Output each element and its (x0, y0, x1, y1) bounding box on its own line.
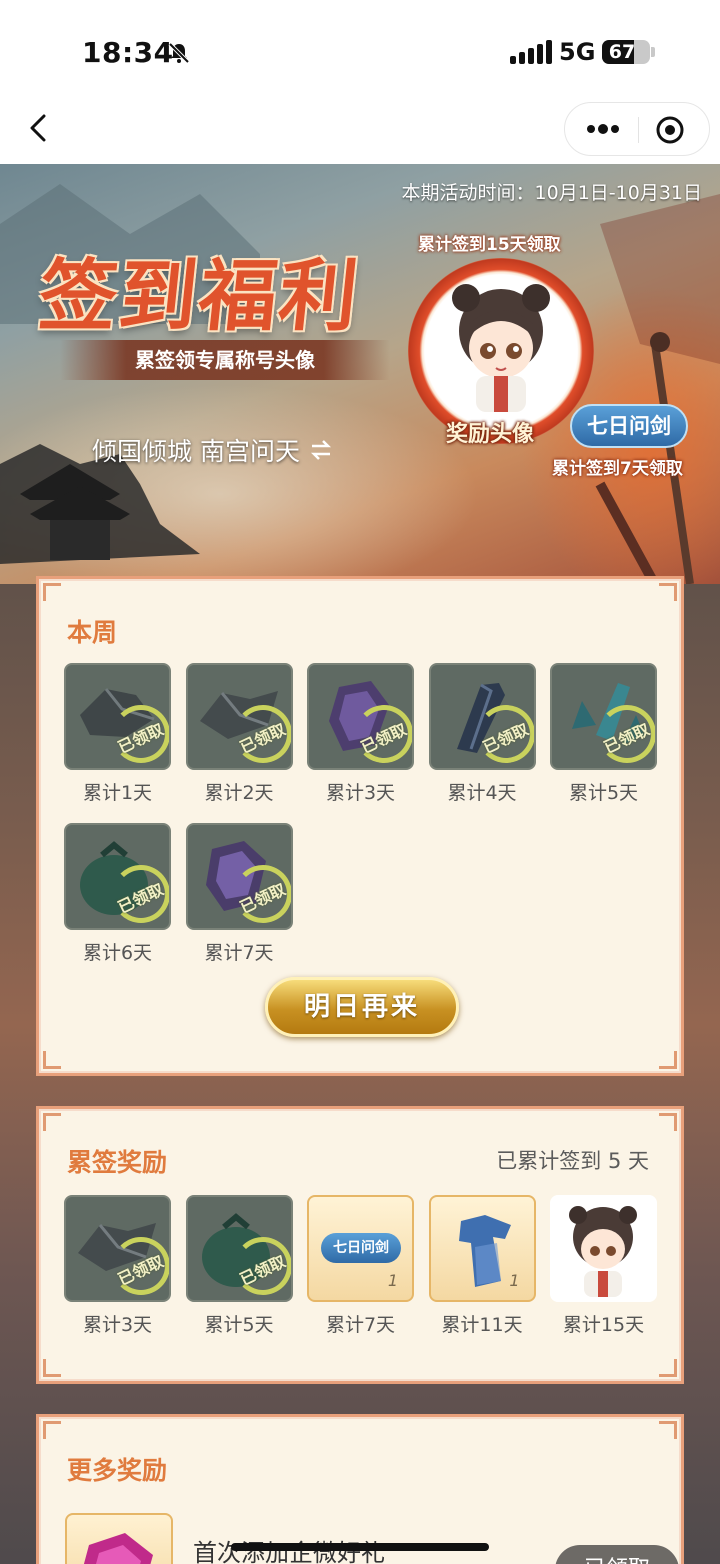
card-corner (43, 1421, 61, 1439)
reward-thumbnail (65, 1513, 173, 1564)
battery-tip (651, 47, 655, 57)
week-item-day-6[interactable]: 已领取 累计6天 (64, 823, 171, 965)
gem-icon (83, 1533, 153, 1564)
user-info[interactable]: 倾国倾城 南宫问天 (92, 432, 332, 468)
reward-tile: 已领取 (64, 823, 171, 930)
bell-off-icon (168, 42, 190, 64)
reward-tile: 已领取 (64, 663, 171, 770)
chibi-avatar-illustration (452, 284, 550, 412)
reward-tile: 已领取 (307, 663, 414, 770)
week-item-day-5[interactable]: 已领取 累计5天 (550, 663, 657, 805)
item-label: 累计6天 (82, 942, 153, 964)
reward-tile (550, 1195, 657, 1302)
capsule-divider (638, 117, 639, 143)
cumulative-item-3[interactable]: 已领取 累计3天 (64, 1195, 171, 1337)
card-corner (659, 1051, 677, 1069)
item-label: 累计4天 (447, 782, 517, 804)
status-time: 18:34 (82, 36, 174, 69)
home-indicator (231, 1543, 489, 1551)
reward-tile: 已领取 (185, 823, 293, 930)
cumulative-item-11[interactable]: 1 累计11天 (428, 1195, 536, 1337)
cumulative-items: 已领取 累计3天 已领取 累计5天 七日问剑 1 累计7天 1 累计11天 累计… (64, 1195, 657, 1337)
back-icon[interactable] (20, 108, 60, 148)
card-corner (659, 583, 677, 601)
come-back-tomorrow-button[interactable]: 明日再来 (265, 977, 459, 1037)
week-item-day-4[interactable]: 已领取 累计4天 (428, 663, 536, 805)
card-corner (659, 1113, 677, 1131)
target-icon[interactable] (656, 116, 684, 144)
reward-tile: 1 (428, 1195, 536, 1302)
swap-icon[interactable] (310, 440, 332, 460)
cumulative-item-5[interactable]: 已领取 累计5天 (185, 1195, 293, 1337)
item-label: 累计3天 (82, 1314, 153, 1336)
item-label: 累计5天 (568, 782, 639, 804)
card-corner (43, 1359, 61, 1377)
nav-bar (0, 96, 720, 164)
reward-tile: 七日问剑 1 (307, 1195, 414, 1302)
item-label: 累计11天 (441, 1314, 523, 1336)
avatar-requirement: 累计签到15天领取 (418, 235, 561, 255)
claimed-button[interactable]: 已领取 (555, 1545, 679, 1564)
status-bar: 18:34 5G 67 (0, 0, 720, 96)
avatar-icon (569, 1206, 637, 1297)
title-badge-mini: 七日问剑 (321, 1233, 401, 1263)
title-requirement: 累计签到7天领取 (552, 459, 683, 479)
item-label: 累计3天 (325, 782, 396, 804)
mini-program-capsule (564, 102, 710, 156)
item-quantity: 1 (387, 1271, 398, 1290)
more-icon[interactable] (585, 121, 621, 137)
cumulative-item-7[interactable]: 七日问剑 1 累计7天 (307, 1195, 414, 1337)
hero-subtitle: 累签领专属称号头像 (60, 340, 390, 380)
week-item-day-1[interactable]: 已领取 累计1天 (64, 663, 171, 805)
cumulative-card: 累签奖励 已累计签到 5 天 已领取 累计3天 已领取 累计5天 七日问剑 1 … (36, 1106, 684, 1384)
week-card: 本周 已领取 累计1天 已领取 累计2天 已领取 累计3天 已领取 累计4天 已… (36, 576, 684, 1076)
card-corner (43, 583, 61, 601)
reward-tile: 已领取 (550, 663, 657, 770)
hero-banner: 本期活动时间：10月1日-10月31日 签到福利 累签领专属称号头像 倾国倾城 … (0, 164, 720, 584)
week-item-day-7[interactable]: 已领取 累计7天 (185, 823, 293, 965)
title-badge: 七日问剑 (570, 404, 688, 448)
card-corner (43, 1113, 61, 1131)
network-type: 5G (559, 38, 596, 66)
reward-tile: 已领取 (428, 663, 536, 770)
week-title: 本周 (67, 618, 118, 647)
more-rewards-card: 更多奖励 首次添加企微好礼 已领取 (36, 1414, 684, 1564)
more-reward-row: 首次添加企微好礼 已领取 (65, 1513, 679, 1564)
item-label: 累计7天 (204, 942, 274, 964)
hero-title: 签到福利 (34, 251, 365, 342)
week-items: 已领取 累计1天 已领取 累计2天 已领取 累计3天 已领取 累计4天 已领取 … (64, 663, 657, 965)
battery-percent: 67 (608, 41, 636, 63)
card-corner (43, 1051, 61, 1069)
week-item-day-2[interactable]: 已领取 累计2天 (185, 663, 293, 805)
cumulative-item-15[interactable]: 累计15天 (550, 1195, 657, 1337)
reward-tile: 已领取 (64, 1195, 171, 1302)
user-name: 倾国倾城 南宫问天 (92, 437, 300, 466)
cumulative-title: 累签奖励 (67, 1148, 168, 1177)
activity-period: 本期活动时间：10月1日-10月31日 (401, 182, 702, 204)
item-quantity: 1 (509, 1271, 520, 1290)
item-label: 累计1天 (82, 782, 153, 804)
signal-icon (510, 40, 552, 64)
battery-icon: 67 (602, 40, 650, 64)
reward-tile: 已领取 (185, 663, 293, 770)
item-label: 累计15天 (562, 1314, 645, 1336)
card-corner (659, 1359, 677, 1377)
week-item-day-3[interactable]: 已领取 累计3天 (307, 663, 414, 805)
card-corner (659, 1421, 677, 1439)
reward-tile: 已领取 (185, 1195, 293, 1302)
item-label: 累计2天 (204, 782, 274, 804)
avatar-reward-label: 奖励头像 (446, 422, 535, 447)
signin-progress: 已累计签到 5 天 (496, 1149, 649, 1173)
item-label: 累计5天 (204, 1314, 274, 1336)
item-label: 累计7天 (325, 1314, 396, 1336)
more-rewards-title: 更多奖励 (67, 1456, 168, 1485)
robe-icon (458, 1215, 511, 1287)
